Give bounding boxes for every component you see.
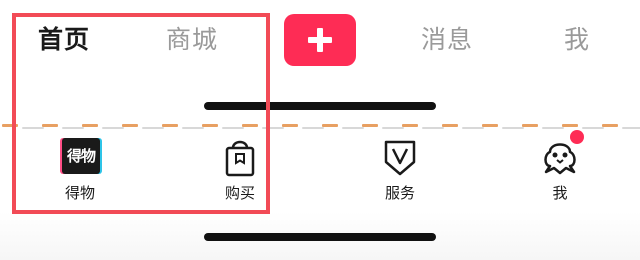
nav-item-service[interactable]: 服务 bbox=[360, 134, 440, 206]
shield-v-icon bbox=[384, 140, 416, 176]
home-indicator-bottom bbox=[204, 233, 436, 241]
add-button[interactable] bbox=[284, 14, 356, 66]
nav-label-service: 服务 bbox=[384, 184, 415, 202]
nav-label-me: 我 bbox=[552, 184, 568, 202]
nav-item-me[interactable]: 我 bbox=[520, 130, 600, 206]
tab-messages[interactable]: 消息 bbox=[410, 20, 484, 60]
highlight-annotation-box bbox=[12, 13, 270, 214]
tab-me[interactable]: 我 bbox=[556, 20, 598, 60]
notification-badge bbox=[570, 130, 584, 144]
screenshot-stage: 首页 商城 消息 我 得物 得物 购买 服务 我 bbox=[0, 0, 640, 260]
